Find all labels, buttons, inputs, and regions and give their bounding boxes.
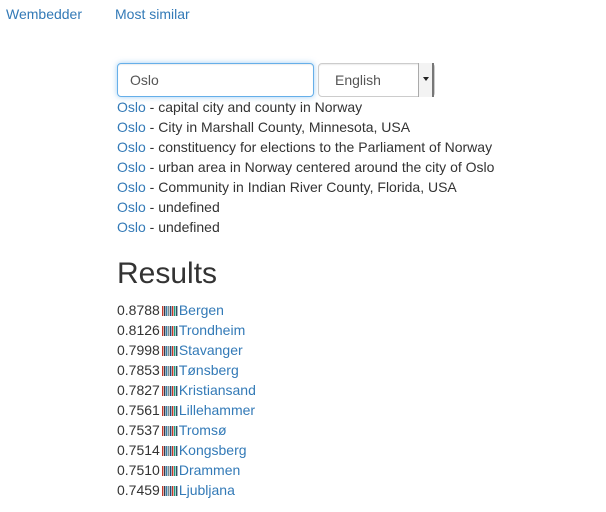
suggestion-item: Oslo - constituency for elections to the… xyxy=(117,137,494,157)
search-input[interactable] xyxy=(117,63,314,97)
result-row: 0.8788 Bergen xyxy=(117,300,256,320)
nav-link-wembedder[interactable]: Wembedder xyxy=(6,5,82,23)
result-link[interactable]: Bergen xyxy=(179,302,224,318)
language-select-value: English xyxy=(335,72,381,88)
result-link[interactable]: Tønsberg xyxy=(179,362,239,378)
result-row: 0.7827 Kristiansand xyxy=(117,380,256,400)
suggestion-item: Oslo - Community in Indian River County,… xyxy=(117,177,494,197)
suggestion-link[interactable]: Oslo xyxy=(117,119,146,135)
result-score: 0.7537 xyxy=(117,422,160,438)
barcode-icon xyxy=(161,346,178,356)
result-score: 0.7827 xyxy=(117,382,160,398)
suggestion-list: Oslo - capital city and county in Norway… xyxy=(117,97,494,237)
result-score: 0.7510 xyxy=(117,462,160,478)
result-link[interactable]: Trondheim xyxy=(179,322,245,338)
barcode-icon xyxy=(161,446,178,456)
result-row: 0.7510 Drammen xyxy=(117,460,256,480)
barcode-icon xyxy=(161,466,178,476)
suggestion-item: Oslo - undefined xyxy=(117,217,494,237)
suggestion-item: Oslo - City in Marshall County, Minnesot… xyxy=(117,117,494,137)
barcode-icon xyxy=(161,306,178,316)
barcode-icon xyxy=(161,426,178,436)
result-link[interactable]: Drammen xyxy=(179,462,240,478)
result-row: 0.7561 Lillehammer xyxy=(117,400,256,420)
suggestion-description: - undefined xyxy=(145,219,220,235)
dropdown-arrow-icon[interactable] xyxy=(418,63,434,97)
result-link[interactable]: Tromsø xyxy=(179,422,227,438)
suggestion-description: - capital city and county in Norway xyxy=(145,99,363,115)
results-heading: Results xyxy=(117,257,218,290)
suggestion-item: Oslo - undefined xyxy=(117,197,494,217)
result-link[interactable]: Kristiansand xyxy=(179,382,256,398)
result-score: 0.8126 xyxy=(117,322,160,338)
barcode-icon xyxy=(161,386,178,396)
result-score: 0.7514 xyxy=(117,442,160,458)
result-score: 0.8788 xyxy=(117,302,160,318)
suggestion-link[interactable]: Oslo xyxy=(117,139,146,155)
result-row: 0.7853 Tønsberg xyxy=(117,360,256,380)
language-select[interactable]: English xyxy=(318,63,435,97)
suggestion-description: - urban area in Norway centered around t… xyxy=(145,159,495,175)
suggestion-item: Oslo - urban area in Norway centered aro… xyxy=(117,157,494,177)
barcode-icon xyxy=(161,366,178,376)
result-row: 0.7514 Kongsberg xyxy=(117,440,256,460)
result-row: 0.8126 Trondheim xyxy=(117,320,256,340)
suggestion-link[interactable]: Oslo xyxy=(117,219,146,235)
result-score: 0.7998 xyxy=(117,342,160,358)
suggestion-description: - constituency for elections to the Parl… xyxy=(145,139,493,155)
suggestion-item: Oslo - capital city and county in Norway xyxy=(117,97,494,117)
results-list: 0.8788 Bergen 0.8126 Trondheim 0.7998 Stavang… xyxy=(117,300,256,500)
result-row: 0.7998 Stavanger xyxy=(117,340,256,360)
result-score: 0.7459 xyxy=(117,482,160,498)
result-link[interactable]: Stavanger xyxy=(179,342,243,358)
result-row: 0.7537 Tromsø xyxy=(117,420,256,440)
suggestion-link[interactable]: Oslo xyxy=(117,199,146,215)
suggestion-description: - City in Marshall County, Minnesota, US… xyxy=(145,119,411,135)
result-link[interactable]: Ljubljana xyxy=(179,482,235,498)
barcode-icon xyxy=(161,326,178,336)
result-score: 0.7853 xyxy=(117,362,160,378)
result-link[interactable]: Kongsberg xyxy=(179,442,247,458)
result-score: 0.7561 xyxy=(117,402,160,418)
result-row: 0.7459 Ljubljana xyxy=(117,480,256,500)
nav-link-most-similar[interactable]: Most similar xyxy=(115,5,190,23)
suggestion-description: - undefined xyxy=(145,199,220,215)
suggestion-link[interactable]: Oslo xyxy=(117,179,146,195)
barcode-icon xyxy=(161,486,178,496)
result-link[interactable]: Lillehammer xyxy=(179,402,255,418)
suggestion-link[interactable]: Oslo xyxy=(117,99,146,115)
suggestion-description: - Community in Indian River County, Flor… xyxy=(145,179,457,195)
suggestion-link[interactable]: Oslo xyxy=(117,159,146,175)
barcode-icon xyxy=(161,406,178,416)
